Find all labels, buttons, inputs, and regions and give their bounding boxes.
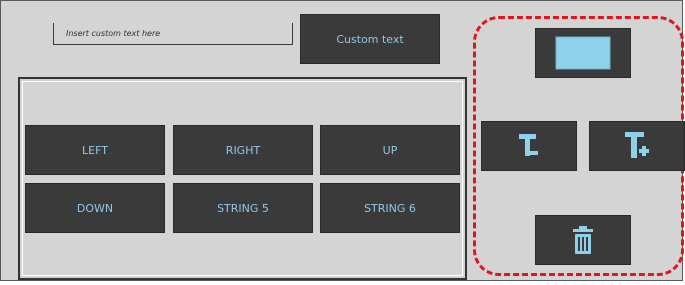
up-button[interactable]: UP [320, 125, 460, 175]
text-decrease-icon [519, 134, 538, 156]
button-grid-inner [22, 81, 463, 276]
rectangle-icon [555, 36, 611, 70]
string-5-button[interactable]: STRING 5 [173, 183, 313, 233]
text-increase-icon [625, 132, 649, 158]
decrease-text-button[interactable] [481, 121, 577, 171]
custom-text-button[interactable]: Custom text [300, 14, 440, 64]
string-6-button[interactable]: STRING 6 [320, 183, 460, 233]
left-button[interactable]: LEFT [25, 125, 165, 175]
right-button[interactable]: RIGHT [173, 125, 313, 175]
trash-icon [573, 226, 593, 254]
button-grid-area [18, 77, 467, 280]
app-panel: Custom text LEFT RIGHT UP DOWN STRING 5 … [0, 0, 685, 281]
down-button[interactable]: DOWN [25, 183, 165, 233]
increase-text-button[interactable] [589, 121, 685, 171]
custom-text-input[interactable] [53, 23, 293, 45]
add-block-button[interactable] [535, 28, 631, 78]
delete-button[interactable] [535, 215, 631, 265]
